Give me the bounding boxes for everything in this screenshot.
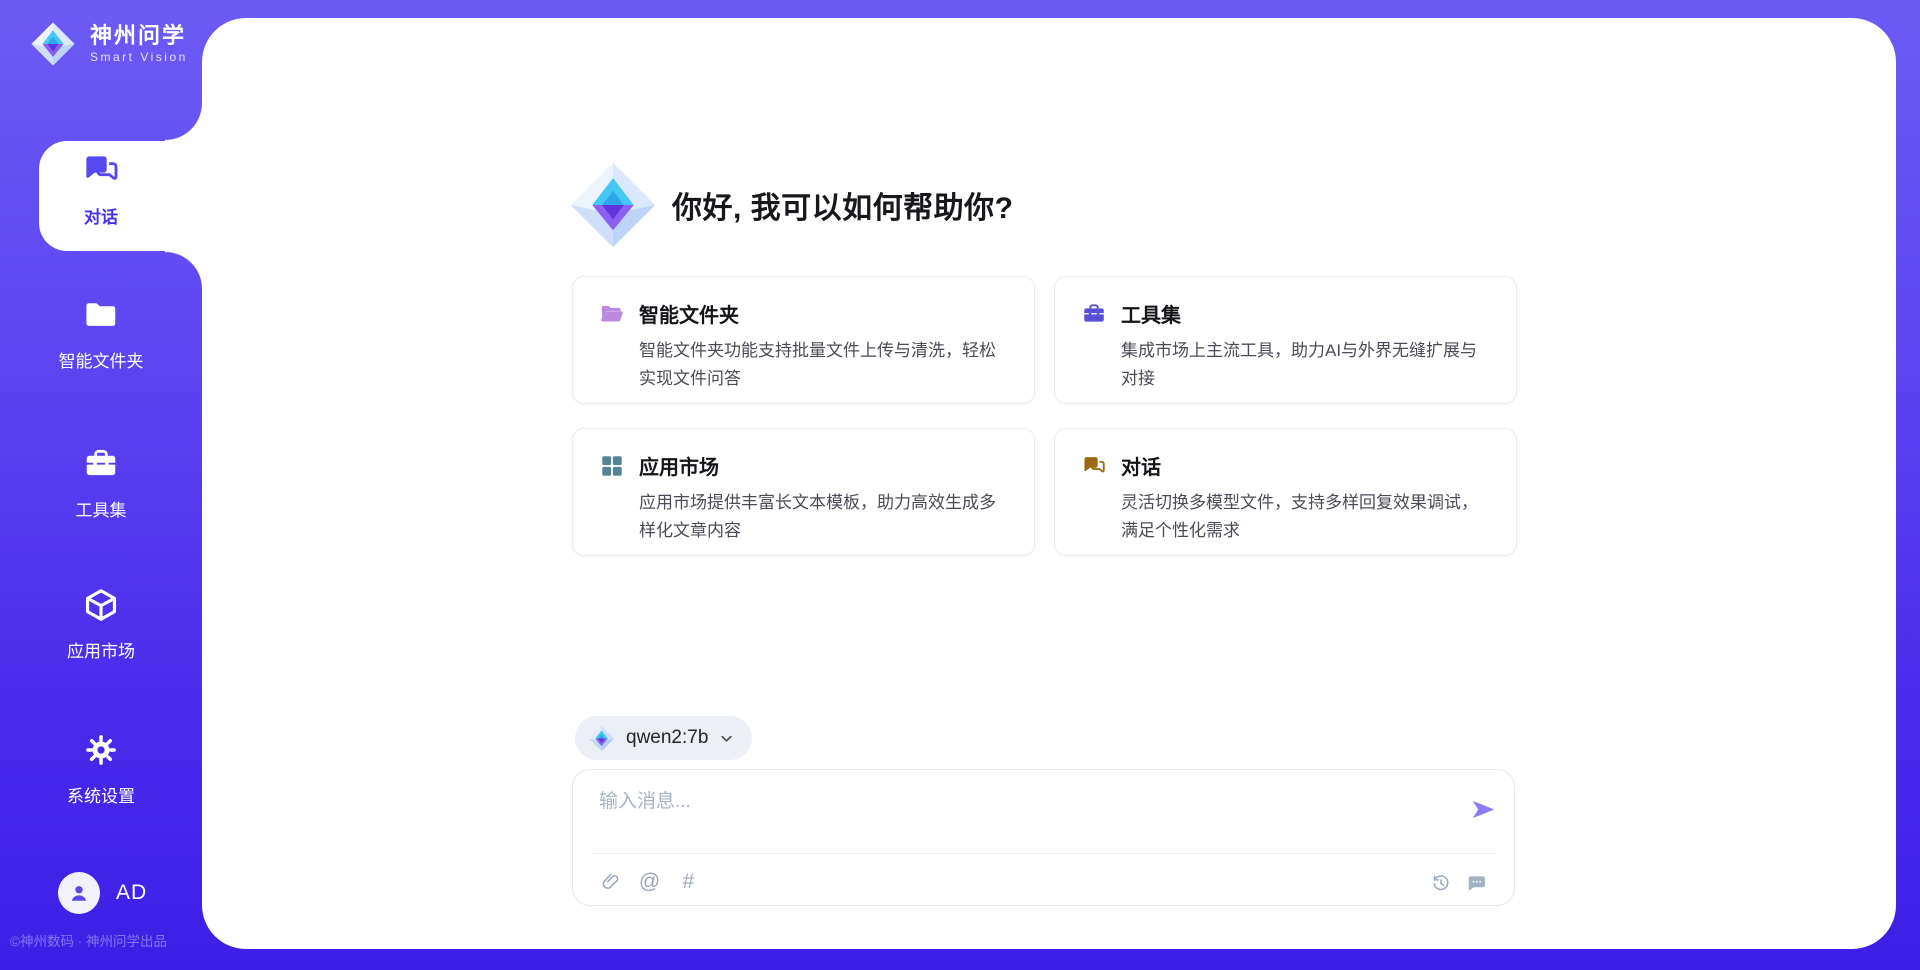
card-title: 智能文件夹 (639, 299, 739, 328)
message-input[interactable] (599, 786, 1439, 842)
cube-icon (82, 586, 120, 629)
card-description: 灵活切换多模型文件，支持多样回复效果调试，满足个性化需求 (1121, 489, 1490, 545)
brand-subtitle: Smart Vision (90, 50, 188, 64)
user-initials: AD (116, 881, 147, 905)
send-icon[interactable] (1470, 796, 1497, 823)
history-icon[interactable] (1429, 871, 1452, 894)
folder-icon (82, 296, 120, 339)
card-description: 集成市场上主流工具，助力AI与外界无缝扩展与对接 (1121, 337, 1490, 393)
diamond-gem-icon (568, 160, 658, 250)
chat-bubble-icon (1081, 453, 1107, 479)
card-title: 对话 (1121, 451, 1161, 480)
sidebar-item-app-market[interactable]: 应用市场 (0, 586, 202, 662)
diamond-gem-icon (588, 725, 615, 752)
chevron-down-icon (719, 731, 734, 746)
paperclip-icon[interactable] (599, 870, 622, 893)
at-icon[interactable]: @ (638, 870, 661, 893)
feature-cards: 智能文件夹 智能文件夹功能支持批量文件上传与清洗，轻松实现文件问答 工具集 集成… (572, 276, 1517, 556)
card-smart-folder[interactable]: 智能文件夹 智能文件夹功能支持批量文件上传与清洗，轻松实现文件问答 (572, 276, 1035, 404)
card-chat[interactable]: 对话 灵活切换多模型文件，支持多样回复效果调试，满足个性化需求 (1054, 428, 1517, 556)
card-app-market[interactable]: 应用市场 应用市场提供丰富长文本模板，助力高效生成多样化文章内容 (572, 428, 1035, 556)
message-composer: @ # (572, 769, 1515, 906)
card-description: 应用市场提供丰富长文本模板，助力高效生成多样化文章内容 (639, 489, 1008, 545)
comment-icon[interactable] (1465, 871, 1488, 894)
toolbox-icon (82, 445, 120, 488)
avatar (58, 872, 100, 914)
brand-logo: 神州问学 Smart Vision (30, 21, 188, 67)
sidebar-item-settings[interactable]: 系统设置 (0, 731, 202, 807)
sidebar-item-smart-folder[interactable]: 智能文件夹 (0, 296, 202, 372)
sidebar-item-label: 工具集 (0, 496, 202, 521)
model-selector[interactable]: qwen2:7b (575, 716, 752, 760)
card-title: 工具集 (1121, 299, 1181, 328)
main-content: 你好, 我可以如何帮助你? 智能文件夹 智能文件夹功能支持批量文件上传与清洗，轻… (202, 18, 1896, 949)
person-icon (66, 880, 92, 906)
sidebar-item-label: 智能文件夹 (0, 347, 202, 372)
card-toolset[interactable]: 工具集 集成市场上主流工具，助力AI与外界无缝扩展与对接 (1054, 276, 1517, 404)
sidebar-item-label: 系统设置 (0, 782, 202, 807)
copyright-footer: ©神州数码 · 神州问学出品 (10, 930, 202, 950)
toolbox-icon (1081, 301, 1107, 327)
brand-name: 神州问学 (90, 24, 188, 48)
sidebar-item-toolset[interactable]: 工具集 (0, 445, 202, 521)
sidebar-item-label: 应用市场 (0, 637, 202, 662)
greeting-block: 你好, 我可以如何帮助你? (568, 160, 1014, 250)
gear-icon (82, 731, 120, 774)
diamond-gem-icon (30, 21, 76, 67)
grid-icon (599, 453, 625, 479)
chat-bubbles-icon (81, 150, 121, 195)
folder-open-icon (599, 301, 625, 327)
user-profile[interactable]: AD (58, 872, 147, 914)
hash-icon[interactable]: # (677, 870, 700, 893)
card-description: 智能文件夹功能支持批量文件上传与清洗，轻松实现文件问答 (639, 337, 1008, 393)
card-title: 应用市场 (639, 451, 719, 480)
sidebar-item-chat[interactable]: 对话 (0, 150, 202, 228)
composer-tools-left: @ # (599, 870, 700, 893)
sidebar: 神州问学 Smart Vision 对话 智能文件夹 (0, 0, 202, 970)
model-name: qwen2:7b (626, 727, 708, 749)
sidebar-item-label: 对话 (0, 203, 202, 228)
greeting-text: 你好, 我可以如何帮助你? (672, 183, 1014, 227)
composer-tools-right (1429, 871, 1488, 894)
composer-divider (591, 853, 1496, 854)
